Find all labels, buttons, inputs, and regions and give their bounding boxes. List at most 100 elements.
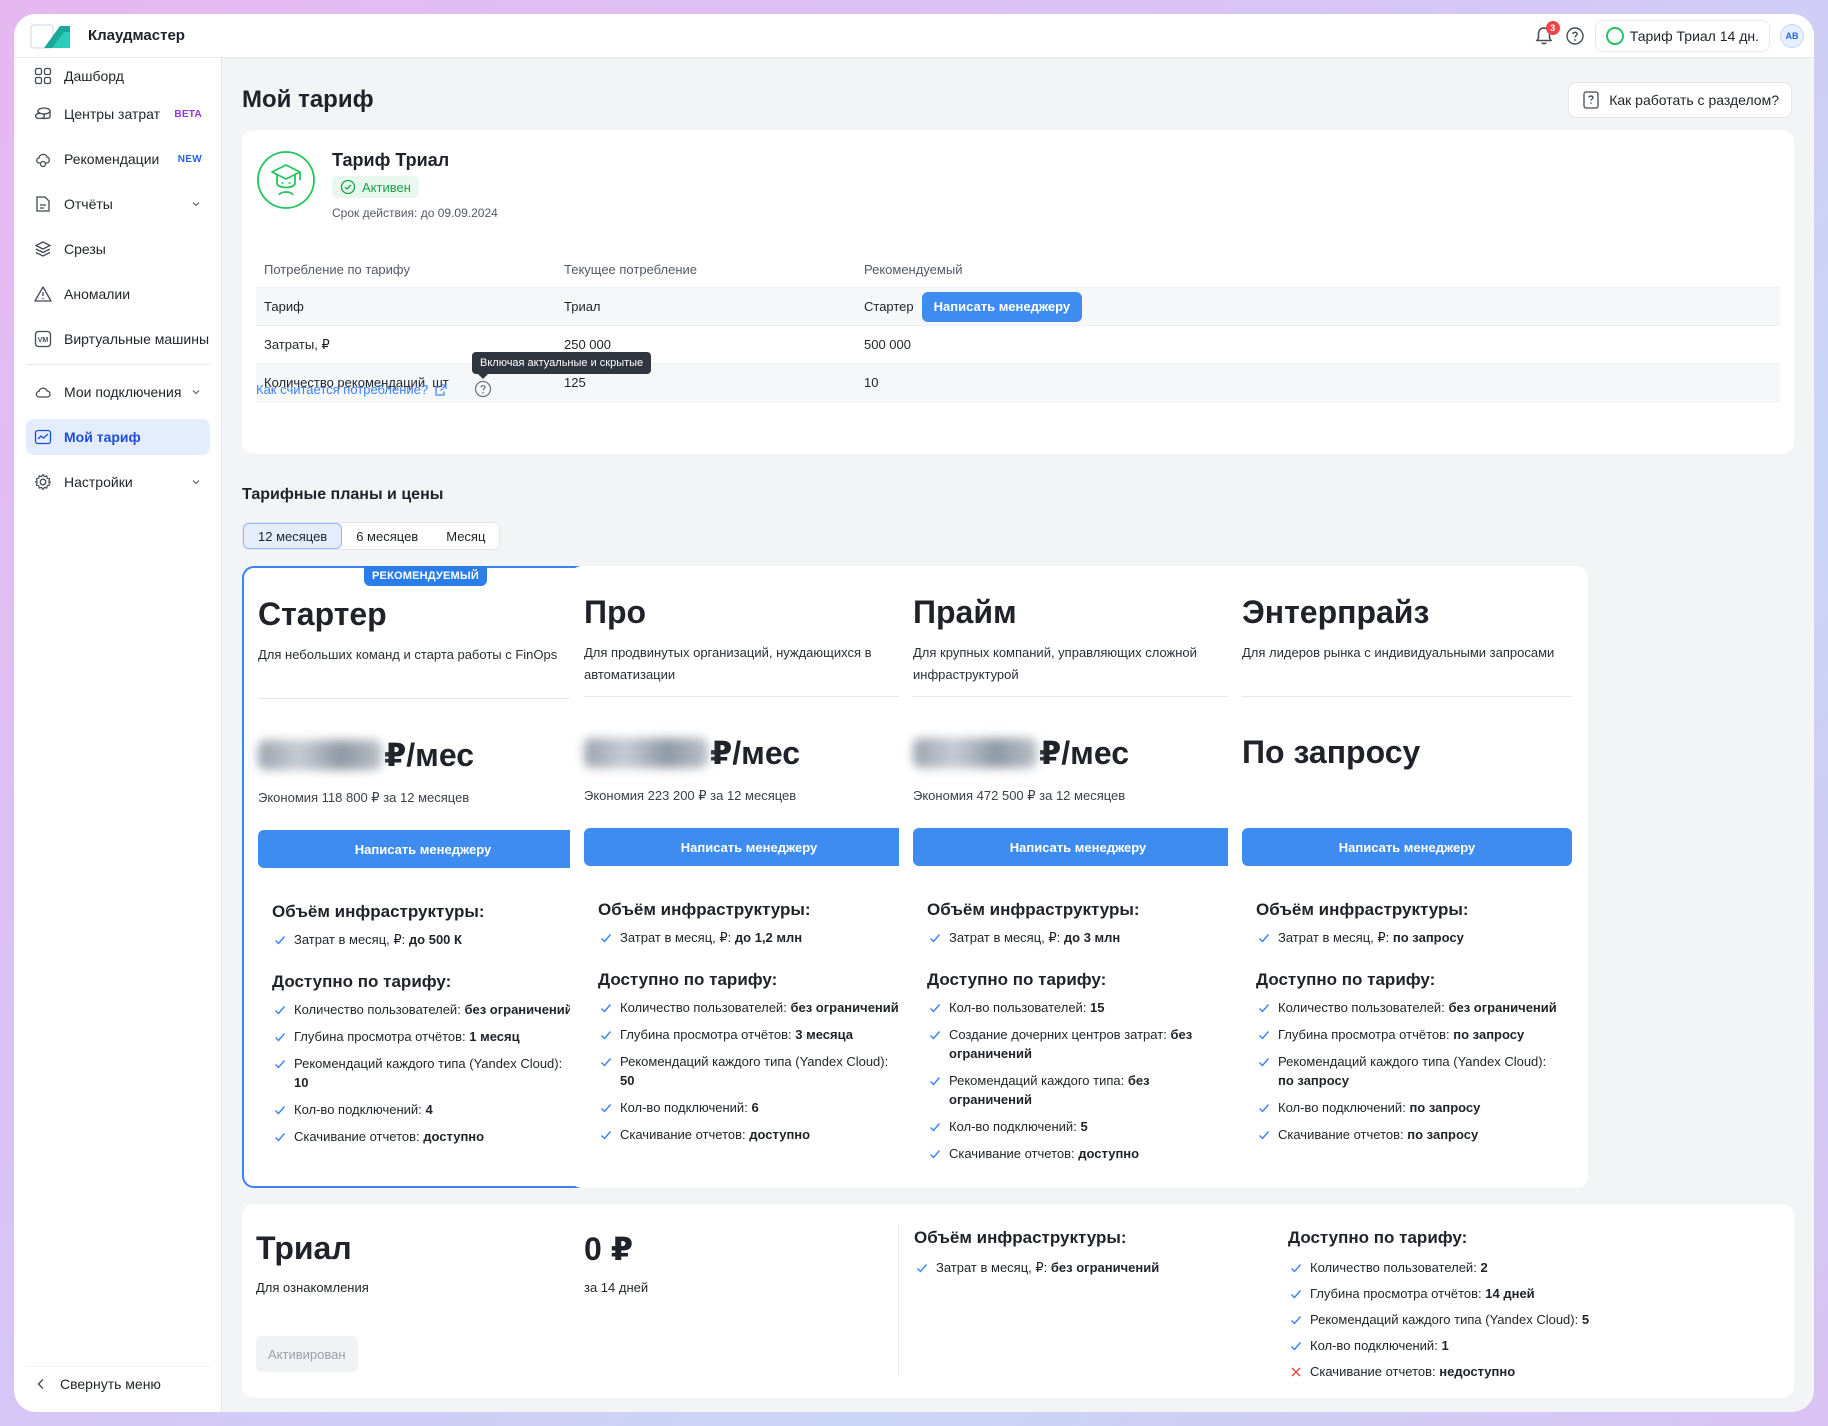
contact-manager-button[interactable]: Написать менеджеру [258,830,588,868]
check-icon [1259,1131,1270,1140]
feature-label: Кол-во подключений: [620,1100,748,1115]
cloud-icon [35,387,51,398]
avatar[interactable]: AB [1780,24,1804,48]
list-item: Количество пользователей: 2 [1290,1258,1589,1277]
period-tab-12-months[interactable]: 12 месяцев [243,523,343,549]
status-label: Активен [362,179,411,195]
price-suffix: ₽/мес [1039,735,1129,771]
notifications-button[interactable]: 3 [1533,21,1560,47]
feature-label: Глубина просмотра отчётов: [294,1029,466,1044]
check-icon [930,1123,941,1132]
feature-value: недоступно [1439,1364,1516,1379]
plan-price: ₽/мес [258,736,474,774]
feature-label: Затрат в месяц, ₽: [1278,930,1390,945]
check-icon [1291,1290,1302,1299]
trial-infra-heading: Объём инфраструктуры: [914,1228,1127,1247]
period-tab-6-months[interactable]: 6 месяцев [342,523,432,549]
contact-manager-button[interactable]: Написать менеджеру [1242,828,1572,866]
list-item: Рекомендаций каждого типа (Yandex Cloud)… [274,1054,574,1092]
period-tab-month[interactable]: Месяц [432,523,499,549]
sidebar-item-connections[interactable]: Мои подключения [26,374,210,410]
features-list: Количество пользователей: без ограничени… [600,998,900,1152]
trial-infra-list: Затрат в месяц, ₽: без ограничений [916,1258,1159,1284]
feature-value: доступно [1078,1146,1140,1161]
contact-manager-button[interactable]: Написать менеджеру [921,291,1083,322]
list-item: Затрат в месяц, ₽: без ограничений [916,1258,1159,1277]
coins-icon [34,107,51,120]
plan-chip[interactable]: Тариф Триал 14 дн. [1594,20,1770,52]
feature-value: 2 [1480,1260,1488,1275]
sidebar-item-reports[interactable]: Отчёты [26,186,210,222]
plan-name: Про [584,594,647,630]
activated-button[interactable]: Активирован [256,1336,358,1372]
feature-value: 15 [1090,1000,1105,1015]
cross-icon [1291,1367,1301,1377]
check-icon [275,1106,286,1115]
contact-manager-button[interactable]: Написать менеджеру [913,828,1243,866]
feature-value: без ограничений [1448,1000,1557,1015]
feature-value: 1 месяц [469,1029,520,1044]
feature-value: без ограничений [790,1000,899,1015]
blurred-price-amount [913,738,1037,768]
list-item: Затрат в месяц, ₽: до 500 К [274,930,574,949]
plan-savings: Экономия 118 800 ₽ за 12 месяцев [258,790,470,805]
feature-value: 50 [620,1073,635,1088]
feature-value: по запросу [1278,1073,1349,1088]
sidebar-item-slices[interactable]: Срезы [26,231,210,267]
blurred-price-amount [584,738,708,768]
feature-value: доступно [423,1129,485,1144]
plan-card: Прайм Для крупных компаний, управляющих с… [899,566,1259,1188]
gear-icon [34,473,52,491]
svg-text:VM: VM [38,337,49,344]
beta-badge: BETA [174,108,202,120]
sidebar-item-anomalies[interactable]: Аномалии [26,276,210,312]
table-cell: 250 000 [564,337,611,352]
how-to-button[interactable]: Как работать с разделом? [1568,82,1792,118]
check-icon [601,1058,612,1067]
feature-label: Скачивание отчетов: [949,1146,1075,1161]
sidebar-item-settings[interactable]: Настройки [26,464,210,500]
tariff-icon [34,429,52,445]
calc-consumption-link[interactable]: Как считается потребление? [256,382,448,397]
check-icon [601,1131,612,1140]
infra-heading: Объём инфраструктуры: [272,902,485,921]
features-heading: Доступно по тарифу: [927,970,1107,989]
plan-savings: Экономия 472 500 ₽ за 12 месяцев [913,788,1126,803]
check-icon [275,936,286,945]
collapse-menu-button[interactable]: Свернуть меню [26,1366,210,1400]
plan-savings: Экономия 223 200 ₽ за 12 месяцев [584,788,797,803]
question-icon[interactable] [474,380,492,398]
plan-price: По запросу [1242,734,1421,770]
graduation-cap-icon [257,151,315,209]
feature-value: до 3 млн [1063,930,1121,945]
plan-chip-label: Тариф Триал 14 дн. [1629,28,1759,44]
table-cell: 125 [564,375,586,390]
sidebar-item-dashboard[interactable]: Дашборд [26,58,210,94]
sidebar-item-virtual-machines[interactable]: VM Виртуальные машины [26,321,210,357]
table-cell: Триал [564,299,601,314]
infra-list: Затрат в месяц, ₽: до 500 К [274,930,574,957]
column-header: Потребление по тарифу [264,262,410,277]
feature-label: Количество пользователей: [1278,1000,1445,1015]
sidebar-item-my-tariff[interactable]: Мой тариф [26,419,210,455]
feature-label: Создание дочерних центров затрат: [949,1027,1167,1042]
list-item: Рекомендаций каждого типа (Yandex Cloud)… [600,1052,900,1090]
feature-label: Скачивание отчетов: [294,1129,420,1144]
brand-logo-icon[interactable] [30,22,70,50]
app-window: Клаудмастер 3 Тариф Триал 14 дн. AB Дашб… [14,14,1814,1412]
feature-label: Кол-во подключений: [294,1102,422,1117]
check-icon [601,1004,612,1013]
trial-plan-name: Триал [256,1230,352,1266]
plan-card: Энтерпрайз Для лидеров рынка с индивидуал… [1228,566,1588,1188]
sidebar-item-recommendations[interactable]: Рекомендации NEW [26,141,210,177]
sidebar-item-label: Мой тариф [64,429,141,445]
plan-name: Энтерпрайз [1242,594,1430,630]
features-list: Количество пользователей: без ограничени… [1258,998,1558,1152]
check-icon [275,1060,286,1069]
trial-plan-description: Для ознакомления [256,1280,369,1295]
sidebar-item-cost-centers[interactable]: Центры затрат BETA [26,96,210,132]
sidebar-item-label: Аномалии [64,286,131,302]
help-icon[interactable] [1565,26,1585,46]
warning-icon [34,286,52,302]
contact-manager-button[interactable]: Написать менеджеру [584,828,914,866]
